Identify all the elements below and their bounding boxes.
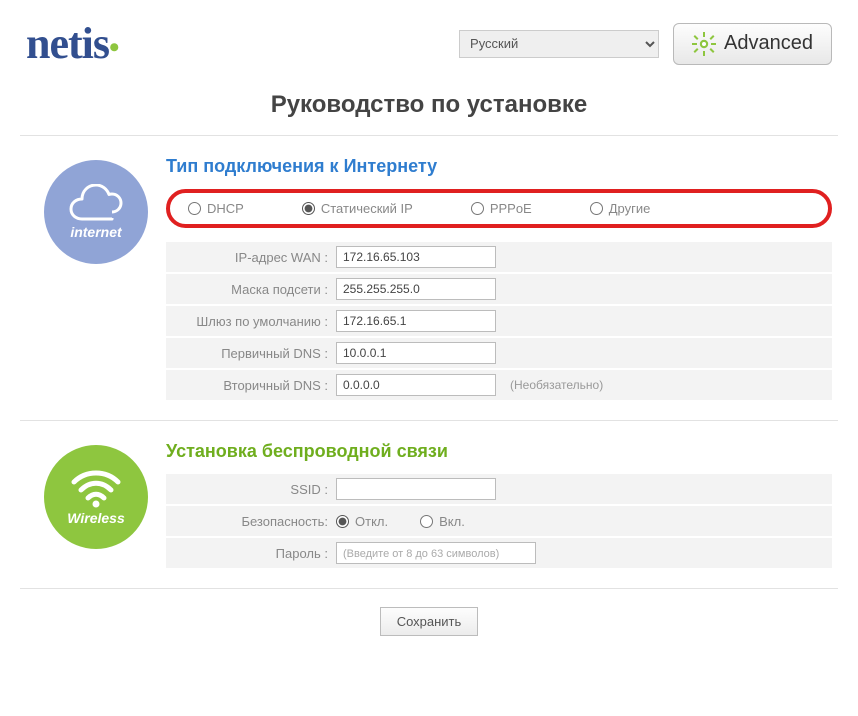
dns1-input[interactable]: [336, 342, 496, 364]
dns2-hint: (Необязательно): [510, 378, 603, 392]
radio-dhcp-input[interactable]: [188, 202, 201, 215]
header-right: Русский: [459, 23, 832, 65]
dns2-input[interactable]: [336, 374, 496, 396]
advanced-button[interactable]: Advanced: [673, 23, 832, 65]
logo-dot: •: [109, 31, 119, 64]
internet-section: internet Тип подключения к Интернету DHC…: [18, 136, 840, 420]
row-gateway: Шлюз по умолчанию :: [166, 306, 832, 336]
internet-badge: internet: [26, 156, 166, 402]
radio-dhcp[interactable]: DHCP: [188, 201, 244, 216]
radio-pppoe-label: PPPoE: [490, 201, 532, 216]
logo: netis•: [26, 18, 119, 69]
radio-dhcp-label: DHCP: [207, 201, 244, 216]
wireless-section: Wireless Установка беспроводной связи SS…: [18, 421, 840, 588]
label-gateway: Шлюз по умолчанию :: [166, 314, 336, 329]
wireless-badge-label: Wireless: [67, 510, 124, 526]
advanced-label: Advanced: [724, 32, 813, 55]
security-on-label: Вкл.: [439, 514, 465, 529]
language-select[interactable]: Русский: [459, 30, 659, 58]
security-off-label: Откл.: [355, 514, 388, 529]
gateway-input[interactable]: [336, 310, 496, 332]
label-dns2: Вторичный DNS :: [166, 378, 336, 393]
save-area: Сохранить: [18, 589, 840, 644]
row-subnet: Маска подсети :: [166, 274, 832, 304]
wireless-heading: Установка беспроводной связи: [166, 441, 832, 462]
row-dns1: Первичный DNS :: [166, 338, 832, 368]
ssid-input[interactable]: [336, 478, 496, 500]
radio-static-input[interactable]: [302, 202, 315, 215]
row-dns2: Вторичный DNS : (Необязательно): [166, 370, 832, 400]
radio-static[interactable]: Статический IP: [302, 201, 413, 216]
row-ssid: SSID :: [166, 474, 832, 504]
logo-text: netis: [26, 19, 109, 68]
security-off-input[interactable]: [336, 515, 349, 528]
security-on[interactable]: Вкл.: [420, 514, 465, 529]
radio-pppoe-input[interactable]: [471, 202, 484, 215]
cloud-icon: [68, 184, 124, 222]
radio-other-input[interactable]: [590, 202, 603, 215]
page-title: Руководство по установке: [18, 83, 840, 135]
wan-ip-input[interactable]: [336, 246, 496, 268]
header: netis• Русский: [18, 8, 840, 83]
radio-other-label: Другие: [609, 201, 651, 216]
radio-other[interactable]: Другие: [590, 201, 651, 216]
security-on-input[interactable]: [420, 515, 433, 528]
label-ssid: SSID :: [166, 482, 336, 497]
internet-circle: internet: [44, 160, 148, 264]
security-off[interactable]: Откл.: [336, 514, 388, 529]
wireless-badge: Wireless: [26, 441, 166, 570]
internet-badge-label: internet: [70, 224, 121, 240]
save-button[interactable]: Сохранить: [380, 607, 479, 636]
row-password: Пароль :: [166, 538, 832, 568]
password-input[interactable]: [336, 542, 536, 564]
radio-static-label: Статический IP: [321, 201, 413, 216]
internet-heading: Тип подключения к Интернету: [166, 156, 832, 177]
label-password: Пароль :: [166, 546, 336, 561]
label-subnet: Маска подсети :: [166, 282, 336, 297]
label-wan-ip: IP-адрес WAN :: [166, 250, 336, 265]
wireless-circle: Wireless: [44, 445, 148, 549]
radio-pppoe[interactable]: PPPoE: [471, 201, 532, 216]
label-dns1: Первичный DNS :: [166, 346, 336, 361]
row-security: Безопасность: Откл. Вкл.: [166, 506, 832, 536]
row-wan-ip: IP-адрес WAN :: [166, 242, 832, 272]
subnet-input[interactable]: [336, 278, 496, 300]
gear-icon: [692, 32, 716, 56]
label-security: Безопасность:: [166, 514, 336, 529]
connection-type-row: DHCP Статический IP PPPoE Другие: [166, 189, 832, 228]
wifi-icon: [68, 468, 124, 508]
